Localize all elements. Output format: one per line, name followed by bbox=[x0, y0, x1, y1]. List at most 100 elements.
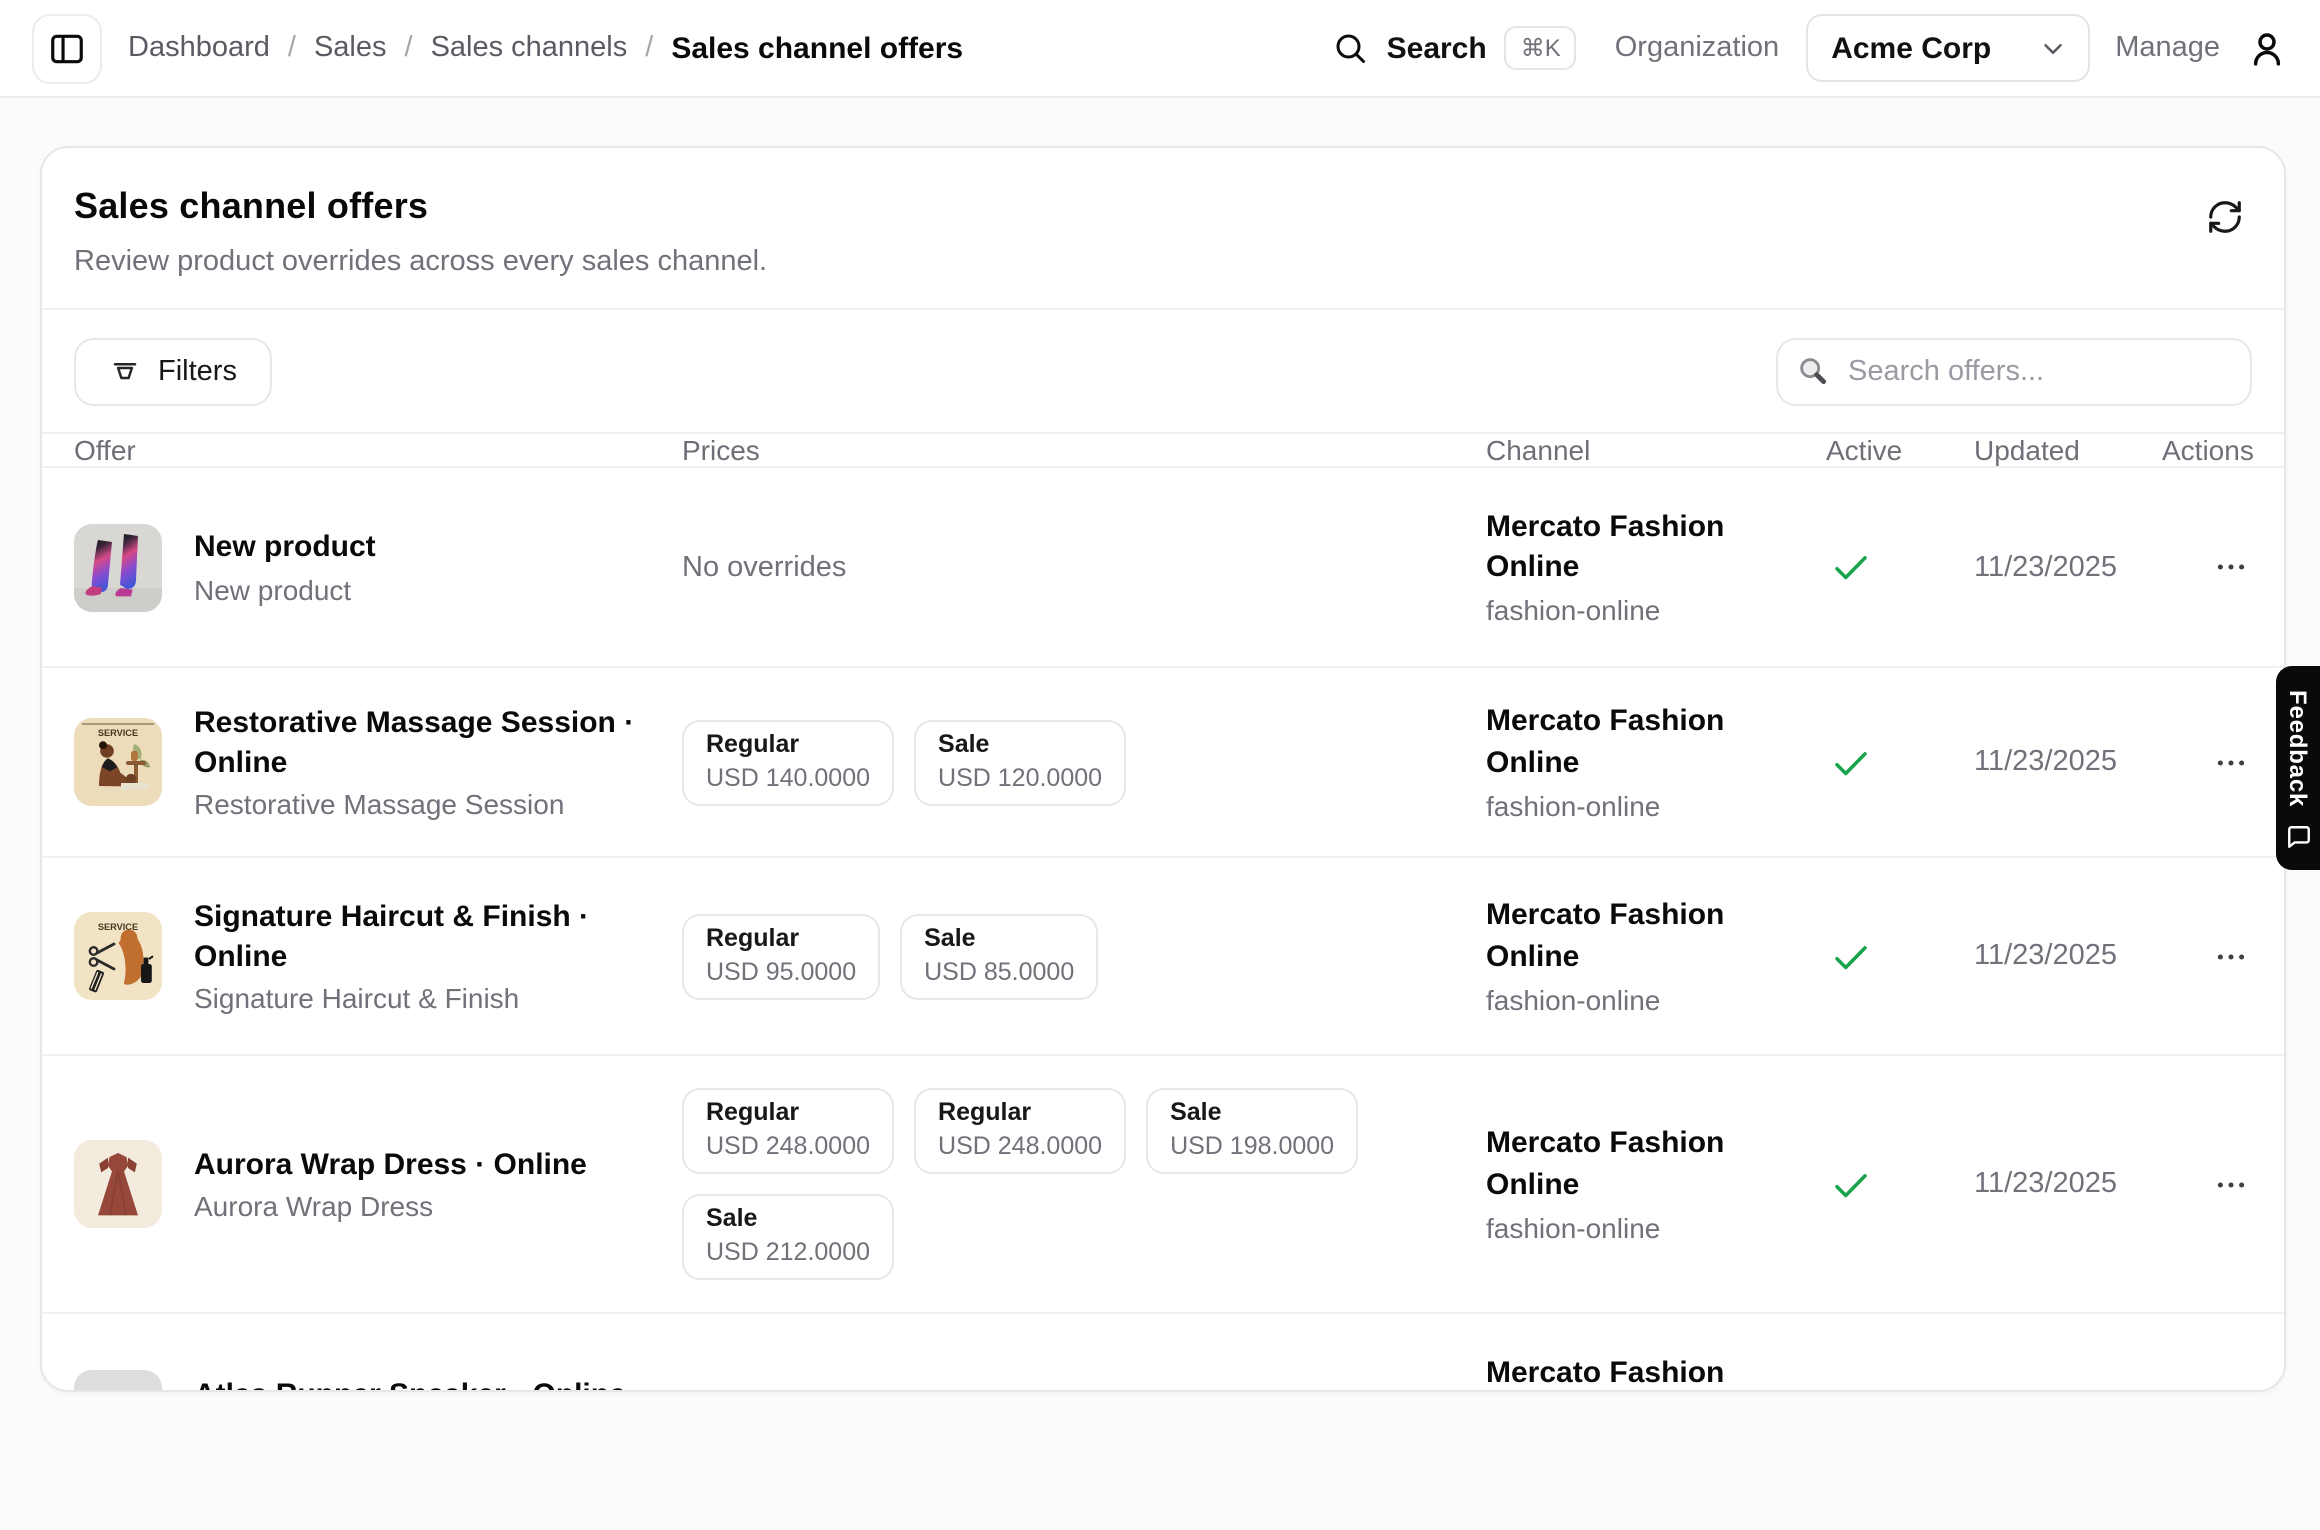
offer-subtitle: Restorative Massage Session bbox=[194, 789, 638, 821]
column-header-actions: Actions bbox=[2162, 434, 2254, 466]
organization-label: Organization bbox=[1615, 32, 1779, 64]
breadcrumb-separator: / bbox=[645, 32, 653, 64]
chevron-down-icon bbox=[2037, 33, 2067, 63]
svg-text:SERVICE: SERVICE bbox=[98, 728, 138, 738]
offers-search bbox=[1776, 338, 2252, 406]
breadcrumb-separator: / bbox=[288, 32, 296, 64]
row-actions-button[interactable] bbox=[2210, 1159, 2252, 1209]
breadcrumb-dashboard[interactable]: Dashboard bbox=[128, 32, 270, 64]
offer-title: Restorative Massage Session · Online bbox=[194, 703, 638, 782]
breadcrumb-sales[interactable]: Sales bbox=[314, 32, 387, 64]
row-actions-button[interactable] bbox=[2210, 931, 2252, 981]
price-chip: Sale USD 198.0000 bbox=[1146, 1088, 1358, 1174]
offer-subtitle: Aurora Wrap Dress bbox=[194, 1191, 587, 1223]
product-thumbnail-dress bbox=[74, 1140, 162, 1228]
table-body: New product New product No overrides Mer… bbox=[42, 468, 2284, 1392]
table-row[interactable]: SERVICE bbox=[42, 668, 2284, 858]
global-search-button[interactable]: Search ⌘K bbox=[1333, 26, 1577, 70]
updated-date: 11/23/2025 bbox=[1974, 940, 2162, 972]
channel-name: Mercato Fashion Online bbox=[1486, 508, 1742, 588]
updated-date: 11/23/2025 bbox=[1974, 1168, 2162, 1200]
price-chip: Regular USD 140.0000 bbox=[682, 719, 894, 805]
channel-handle: fashion-online bbox=[1486, 594, 1826, 626]
filter-funnel-icon bbox=[110, 357, 140, 387]
app-viewport: Dashboard / Sales / Sales channels / Sal… bbox=[0, 0, 2320, 1530]
refresh-icon bbox=[2206, 198, 2244, 236]
global-search-label: Search bbox=[1387, 31, 1487, 65]
updated-date: 11/23/2025 bbox=[1974, 551, 2162, 583]
ellipsis-icon bbox=[2214, 745, 2248, 779]
user-menu-button[interactable] bbox=[2246, 27, 2288, 69]
channel-name: Mercato Fashion Online bbox=[1486, 897, 1742, 977]
feedback-message-icon bbox=[2285, 823, 2311, 849]
filters-label: Filters bbox=[158, 356, 237, 388]
page-subtitle: Review product overrides across every sa… bbox=[74, 246, 767, 278]
row-actions-button[interactable] bbox=[2210, 1389, 2252, 1392]
channel-handle: fashion-online bbox=[1486, 789, 1826, 821]
offers-search-input[interactable] bbox=[1776, 338, 2252, 406]
manage-link[interactable]: Manage bbox=[2115, 32, 2220, 64]
breadcrumb-current-page: Sales channel offers bbox=[671, 31, 963, 65]
card-header: Sales channel offers Review product over… bbox=[42, 148, 2284, 310]
table-header-row: Offer Prices Channel Active Updated Acti… bbox=[42, 432, 2284, 468]
keyboard-shortcut-badge: ⌘K bbox=[1505, 26, 1577, 70]
breadcrumb-sales-channels[interactable]: Sales channels bbox=[431, 32, 628, 64]
price-chip: Regular USD 95.0000 bbox=[682, 913, 880, 999]
product-thumbnail-sneaker bbox=[74, 1370, 162, 1392]
page-title: Sales channel offers bbox=[74, 186, 767, 228]
offer-title: New product bbox=[194, 528, 376, 568]
feedback-tab[interactable]: Feedback bbox=[2276, 666, 2320, 869]
offer-title: Signature Haircut & Finish · Online bbox=[194, 897, 638, 976]
top-bar: Dashboard / Sales / Sales channels / Sal… bbox=[0, 0, 2320, 98]
price-chip: Sale USD 85.0000 bbox=[900, 913, 1098, 999]
column-header-channel: Channel bbox=[1486, 434, 1826, 466]
ellipsis-icon bbox=[2214, 939, 2248, 973]
table-row[interactable]: SERVICE Signature bbox=[42, 858, 2284, 1056]
table-toolbar: Filters bbox=[42, 310, 2284, 432]
product-thumbnail-massage: SERVICE bbox=[74, 718, 162, 806]
row-actions-button[interactable] bbox=[2210, 737, 2252, 787]
active-check-icon bbox=[1830, 741, 1974, 783]
updated-date: 11/23/2025 bbox=[1974, 746, 2162, 778]
offer-title: Aurora Wrap Dress · Online bbox=[194, 1145, 587, 1185]
channel-name: Mercato Fashion Online bbox=[1486, 703, 1742, 783]
magnifier-icon bbox=[1796, 354, 1830, 388]
channel-handle: fashion-online bbox=[1486, 983, 1826, 1015]
top-bar-right: Search ⌘K Organization Acme Corp Manage bbox=[1333, 14, 2288, 82]
channel-name: Mercato Fashion Online bbox=[1486, 1355, 1742, 1392]
table-row[interactable]: New product New product No overrides Mer… bbox=[42, 468, 2284, 668]
active-check-icon bbox=[1830, 935, 1974, 977]
table-row[interactable]: Atlas Runner Sneaker · Online Atlas Runn… bbox=[42, 1314, 2284, 1392]
price-chip: Regular USD 248.0000 bbox=[682, 1088, 894, 1174]
price-chip: Regular USD 248.0000 bbox=[914, 1088, 1126, 1174]
product-thumbnail-haircut: SERVICE bbox=[74, 912, 162, 1000]
column-header-offer: Offer bbox=[74, 434, 682, 466]
channel-name: Mercato Fashion Online bbox=[1486, 1125, 1742, 1205]
product-thumbnail-socks bbox=[74, 523, 162, 611]
user-icon bbox=[2246, 27, 2288, 69]
sidebar-toggle-button[interactable] bbox=[32, 13, 102, 83]
offer-subtitle: New product bbox=[194, 574, 376, 606]
no-overrides-text: No overrides bbox=[682, 551, 846, 583]
offers-card: Sales channel offers Review product over… bbox=[40, 146, 2286, 1392]
price-chip: Sale USD 212.0000 bbox=[682, 1194, 894, 1280]
refresh-button[interactable] bbox=[2198, 190, 2252, 244]
breadcrumb: Dashboard / Sales / Sales channels / Sal… bbox=[128, 31, 963, 65]
channel-handle: fashion-online bbox=[1486, 1211, 1826, 1243]
breadcrumb-separator: / bbox=[405, 32, 413, 64]
active-check-icon bbox=[1830, 546, 1974, 588]
organization-select-value: Acme Corp bbox=[1831, 31, 1991, 65]
price-chip: Sale USD 120.0000 bbox=[914, 719, 1126, 805]
ellipsis-icon bbox=[2214, 1167, 2248, 1201]
organization-select[interactable]: Acme Corp bbox=[1805, 14, 2089, 82]
table-row[interactable]: Aurora Wrap Dress · Online Aurora Wrap D… bbox=[42, 1056, 2284, 1314]
row-actions-button[interactable] bbox=[2210, 542, 2252, 592]
offer-subtitle: Signature Haircut & Finish bbox=[194, 983, 638, 1015]
ellipsis-icon bbox=[2214, 550, 2248, 584]
column-header-updated: Updated bbox=[1974, 434, 2162, 466]
search-icon bbox=[1333, 30, 1369, 66]
panel-left-icon bbox=[48, 29, 86, 67]
offer-title: Atlas Runner Sneaker · Online bbox=[194, 1375, 626, 1392]
filters-button[interactable]: Filters bbox=[74, 338, 273, 406]
active-check-icon bbox=[1830, 1163, 1974, 1205]
